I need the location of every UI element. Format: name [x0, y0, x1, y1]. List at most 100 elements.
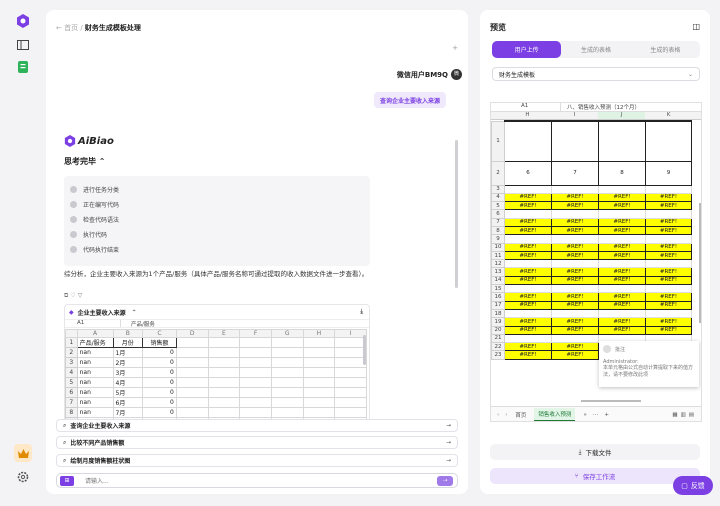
- cell[interactable]: #REF!: [551, 317, 599, 327]
- row-header[interactable]: 11: [491, 250, 505, 261]
- cell[interactable]: #REF!: [551, 267, 599, 277]
- cell[interactable]: [598, 120, 646, 162]
- panel-icon[interactable]: [14, 36, 32, 54]
- sheet-tab-home[interactable]: 首页: [515, 411, 526, 419]
- cell[interactable]: [598, 209, 646, 219]
- col-header[interactable]: A: [76, 329, 114, 338]
- cell[interactable]: [504, 259, 552, 269]
- cell[interactable]: #REF!: [598, 275, 646, 286]
- cell[interactable]: [551, 308, 599, 319]
- cell[interactable]: #REF!: [551, 342, 599, 352]
- cell[interactable]: #REF!: [551, 217, 599, 228]
- cell[interactable]: [598, 184, 646, 194]
- cell[interactable]: 产品/服务: [76, 337, 114, 348]
- download-icon[interactable]: ⤓: [360, 308, 363, 316]
- cell[interactable]: #REF!: [645, 217, 692, 228]
- row-header[interactable]: 23: [491, 350, 505, 360]
- row-header[interactable]: 19: [491, 317, 505, 327]
- feedback-button[interactable]: ▢ 反馈: [673, 476, 713, 495]
- cell[interactable]: #REF!: [504, 267, 552, 277]
- view-icons[interactable]: ▦▥▤: [672, 412, 697, 418]
- cell[interactable]: #REF!: [598, 192, 646, 203]
- save-workflow-button[interactable]: ⑂ 保存工作流: [490, 468, 700, 484]
- add-sheet-icon[interactable]: +: [604, 412, 609, 418]
- cell[interactable]: [598, 308, 646, 319]
- cell[interactable]: [504, 284, 552, 294]
- cell[interactable]: 月份: [112, 337, 144, 348]
- panel-toggle-icon[interactable]: ◫: [692, 22, 700, 31]
- chat-input[interactable]: [85, 476, 425, 486]
- cell[interactable]: [551, 209, 599, 219]
- row-header[interactable]: 20: [491, 325, 505, 335]
- cell[interactable]: #REF!: [598, 201, 646, 211]
- col-header[interactable]: C: [142, 329, 177, 338]
- cell[interactable]: #REF!: [504, 325, 552, 335]
- cell[interactable]: 销售额: [142, 337, 177, 348]
- cell[interactable]: #REF!: [504, 242, 552, 252]
- tab-user-upload[interactable]: 用户上传: [492, 41, 562, 58]
- row-header[interactable]: 14: [491, 275, 505, 286]
- cell[interactable]: #REF!: [504, 342, 552, 352]
- cell[interactable]: [551, 259, 599, 269]
- cell[interactable]: #REF!: [551, 201, 599, 211]
- file-select[interactable]: 财务生成模板 ⌄: [492, 67, 700, 81]
- row-header[interactable]: 15: [491, 284, 505, 294]
- cell[interactable]: #REF!: [598, 267, 646, 277]
- row-header[interactable]: 12: [491, 259, 505, 269]
- cell[interactable]: [551, 120, 599, 162]
- row-header[interactable]: 6: [491, 209, 505, 219]
- cell[interactable]: #REF!: [504, 275, 552, 286]
- cell[interactable]: #REF!: [598, 217, 646, 228]
- cell[interactable]: [504, 308, 552, 319]
- cell[interactable]: #REF!: [598, 242, 646, 252]
- scrollbar[interactable]: [455, 140, 458, 288]
- back-link[interactable]: ← 首页: [56, 24, 78, 32]
- suggestion-1[interactable]: ⌕ 查询企业主要收入来源 →: [56, 419, 458, 432]
- add-icon[interactable]: +: [452, 44, 458, 52]
- cell[interactable]: #REF!: [598, 292, 646, 302]
- cell[interactable]: [645, 184, 692, 194]
- col-header[interactable]: F: [239, 329, 272, 338]
- cell[interactable]: #REF!: [551, 300, 599, 310]
- cell[interactable]: #REF!: [551, 242, 599, 252]
- cell[interactable]: [551, 234, 599, 244]
- preview-vscroll[interactable]: [699, 203, 701, 323]
- cell[interactable]: #REF!: [645, 325, 692, 335]
- settings-icon[interactable]: [14, 468, 32, 486]
- cell[interactable]: #REF!: [551, 275, 599, 286]
- row-header[interactable]: 1: [491, 120, 505, 162]
- cell[interactable]: [551, 284, 599, 294]
- row-header[interactable]: 13: [491, 267, 505, 277]
- col-header[interactable]: E: [207, 329, 241, 338]
- cell[interactable]: #REF!: [504, 350, 552, 360]
- cell[interactable]: [645, 234, 692, 244]
- cell[interactable]: [504, 120, 552, 162]
- cell[interactable]: #REF!: [551, 225, 599, 236]
- cell[interactable]: #REF!: [645, 242, 692, 252]
- cell[interactable]: [504, 234, 552, 244]
- cell[interactable]: [645, 308, 692, 319]
- cell[interactable]: #REF!: [504, 250, 552, 261]
- cell[interactable]: #REF!: [598, 325, 646, 335]
- row-header[interactable]: 7: [491, 217, 505, 228]
- cell[interactable]: #REF!: [598, 317, 646, 327]
- cell[interactable]: #REF!: [645, 225, 692, 236]
- cell[interactable]: #REF!: [645, 267, 692, 277]
- tab-generated-1[interactable]: 生成的表格: [561, 41, 630, 58]
- cell[interactable]: 9: [645, 160, 692, 186]
- preview-hscroll[interactable]: [581, 400, 641, 402]
- cell[interactable]: 8: [598, 160, 646, 186]
- row-header[interactable]: 5: [491, 201, 505, 211]
- cell[interactable]: #REF!: [598, 225, 646, 236]
- cell[interactable]: #REF!: [504, 300, 552, 310]
- row-header[interactable]: 16: [491, 292, 505, 302]
- cell[interactable]: #REF!: [645, 275, 692, 286]
- col-header[interactable]: B: [112, 329, 144, 338]
- row-header[interactable]: 8: [491, 225, 505, 236]
- col-header[interactable]: G: [270, 329, 304, 338]
- cell[interactable]: #REF!: [598, 250, 646, 261]
- cell[interactable]: #REF!: [504, 292, 552, 302]
- cell[interactable]: #REF!: [645, 317, 692, 327]
- download-button[interactable]: ⤓ 下载文件: [490, 444, 700, 460]
- row-header[interactable]: 18: [491, 308, 505, 319]
